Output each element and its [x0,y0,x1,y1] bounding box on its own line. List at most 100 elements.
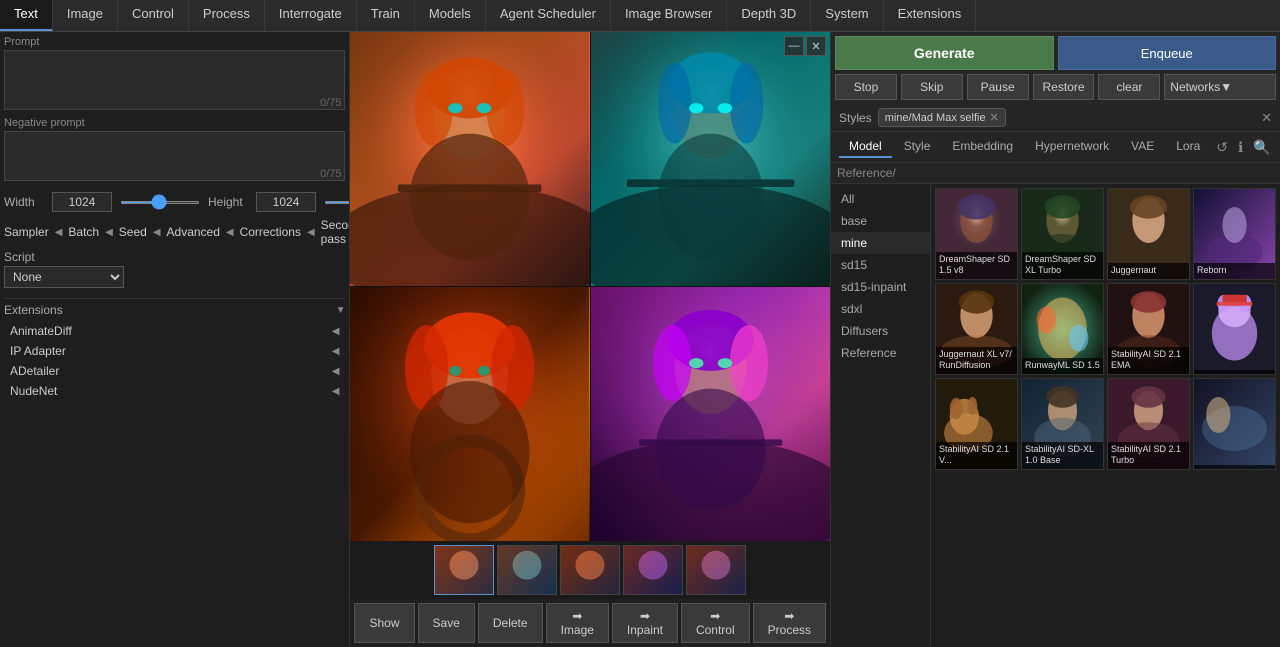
clear-button[interactable]: clear [1098,74,1160,100]
nav-process[interactable]: Process [189,0,265,31]
model-tab-style[interactable]: Style [894,136,941,158]
model-tab-lora[interactable]: Lora [1166,136,1210,158]
ext-ip-adapter-label: IP Adapter [10,344,66,358]
ext-nudenet[interactable]: NudeNet ◀ [4,381,345,401]
nav-text[interactable]: Text [0,0,53,31]
thumbnail-2[interactable] [497,545,557,595]
image-cell-2[interactable] [591,32,830,286]
send-to-process-button[interactable]: ➡ Process [753,603,826,643]
model-card-dreamshaper-sdxl[interactable]: DreamShaper SD XL Turbo [1021,188,1104,280]
extensions-collapse-icon[interactable]: ▼ [336,305,346,316]
category-base[interactable]: base [831,210,930,232]
left-panel: Prompt 0/75 Negative prompt 0/75 Width H… [0,32,350,647]
send-to-inpaint-button[interactable]: ➡ Inpaint [612,603,678,643]
model-card-runwayml[interactable]: RunwayML SD 1.5 [1021,283,1104,375]
nav-image-browser[interactable]: Image Browser [611,0,727,31]
category-reference[interactable]: Reference [831,342,930,364]
corrections-arrow[interactable]: ◀ [307,227,315,238]
generate-button[interactable]: Generate [835,36,1054,70]
model-refresh-icon[interactable]: ↺ [1212,137,1232,158]
pause-button[interactable]: Pause [967,74,1029,100]
model-card-stability-turbo[interactable]: StabilityAI SD 2.1 Turbo [1107,378,1190,470]
nav-train[interactable]: Train [357,0,415,31]
negative-prompt-input[interactable] [4,131,345,181]
image-cell-1[interactable] [350,32,589,286]
height-slider[interactable] [324,201,350,204]
model-info-icon[interactable]: ℹ [1234,137,1247,158]
category-sd15[interactable]: sd15 [831,254,930,276]
networks-button[interactable]: Networks▼ [1164,74,1276,100]
thumbnail-4[interactable] [623,545,683,595]
send-to-control-button[interactable]: ➡ Control [681,603,750,643]
send-to-image-button[interactable]: ➡ Image [546,603,609,643]
height-input[interactable] [256,192,316,212]
thumbnail-5[interactable] [686,545,746,595]
model-card-12[interactable] [1193,378,1276,470]
model-tab-vae[interactable]: VAE [1121,136,1164,158]
skip-button[interactable]: Skip [901,74,963,100]
thumbnail-3[interactable] [560,545,620,595]
delete-button[interactable]: Delete [478,603,543,643]
ext-ip-adapter[interactable]: IP Adapter ◀ [4,341,345,361]
style-tag-remove-icon[interactable]: ✕ [990,111,999,124]
model-tab-embedding[interactable]: Embedding [942,136,1023,158]
batch-arrow[interactable]: ◀ [105,227,113,238]
model-card-label: StabilityAI SD 2.1 V... [936,442,1017,469]
prompt-char-count: 0/75 [320,97,341,109]
model-tab-hypernetwork[interactable]: Hypernetwork [1025,136,1119,158]
category-diffusers[interactable]: Diffusers [831,320,930,342]
category-sdxl[interactable]: sdxl [831,298,930,320]
model-card-label: DreamShaper SD 1.5 v8 [936,252,1017,279]
restore-button[interactable]: Restore [1033,74,1095,100]
nav-depth-3d[interactable]: Depth 3D [727,0,811,31]
category-all[interactable]: All [831,188,930,210]
nav-system[interactable]: System [811,0,883,31]
nav-extensions[interactable]: Extensions [884,0,977,31]
stop-button[interactable]: Stop [835,74,897,100]
model-card-stability-ema[interactable]: StabilityAI SD 2.1 EMA [1107,283,1190,375]
width-input[interactable] [52,192,112,212]
ext-ip-adapter-arrow[interactable]: ◀ [332,346,340,357]
extensions-section: Extensions ▼ AnimateDiff ◀ IP Adapter ◀ … [4,303,345,401]
nav-image[interactable]: Image [53,0,118,31]
styles-panel-close-icon[interactable]: ✕ [1261,110,1272,126]
prompt-input[interactable] [4,50,345,110]
top-navigation: Text Image Control Process Interrogate T… [0,0,1280,32]
model-card-dreamshaper-sd15[interactable]: DreamShaper SD 1.5 v8 [935,188,1018,280]
model-card-juggernaut-xl[interactable]: Juggernaut XL v7/ RunDiffusion [935,283,1018,375]
seed-arrow[interactable]: ◀ [153,227,161,238]
image-close-btn[interactable]: ✕ [806,36,826,56]
sampler-arrow[interactable]: ◀ [55,227,63,238]
nav-interrogate[interactable]: Interrogate [265,0,357,31]
nav-models[interactable]: Models [415,0,486,31]
style-tag[interactable]: mine/Mad Max selfie ✕ [878,108,1006,127]
ext-animatediff[interactable]: AnimateDiff ◀ [4,321,345,341]
ext-animatediff-arrow[interactable]: ◀ [332,326,340,337]
category-sd15-inpaint[interactable]: sd15-inpaint [831,276,930,298]
breadcrumb[interactable]: Reference/ [837,166,1274,180]
model-search-icon[interactable]: 🔍 [1249,137,1274,158]
category-mine[interactable]: mine [831,232,930,254]
nav-agent-scheduler[interactable]: Agent Scheduler [486,0,611,31]
ext-adetailer[interactable]: ADetailer ◀ [4,361,345,381]
model-card-stability-v[interactable]: StabilityAI SD 2.1 V... [935,378,1018,470]
image-cell-3[interactable] [350,287,589,541]
enqueue-button[interactable]: Enqueue [1058,36,1277,70]
model-card-juggernaut[interactable]: Juggernaut [1107,188,1190,280]
advanced-arrow[interactable]: ◀ [226,227,234,238]
show-button[interactable]: Show [354,603,414,643]
model-card-stability-xl-base[interactable]: StabilityAI SD-XL 1.0 Base [1021,378,1104,470]
image-minimize-btn[interactable]: — [784,36,804,56]
thumbnail-1[interactable] [434,545,494,595]
model-card-reborn[interactable]: Reborn [1193,188,1276,280]
image-cell-4[interactable] [591,287,830,541]
right-panel: Generate Enqueue Stop Skip Pause Restore… [830,32,1280,647]
nav-control[interactable]: Control [118,0,189,31]
model-tab-model[interactable]: Model [839,136,892,158]
model-card-8[interactable] [1193,283,1276,375]
ext-nudenet-arrow[interactable]: ◀ [332,386,340,397]
script-select[interactable]: None [4,266,124,288]
save-button[interactable]: Save [418,603,475,643]
ext-adetailer-arrow[interactable]: ◀ [332,366,340,377]
width-slider[interactable] [120,201,200,204]
